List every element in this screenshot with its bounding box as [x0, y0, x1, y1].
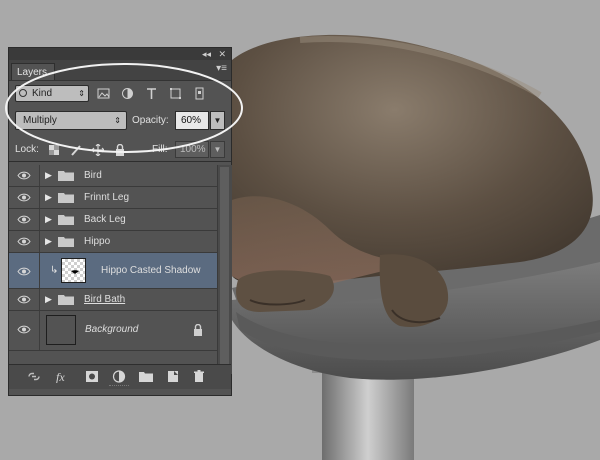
lock-label: Lock:	[15, 144, 39, 155]
column-divider	[39, 209, 40, 230]
layer-name: Frinnt Leg	[84, 192, 130, 203]
lock-position-icon[interactable]	[92, 144, 104, 156]
folder-icon	[58, 193, 74, 203]
panel-title-bar: ◂◂ ✕	[9, 48, 231, 60]
folder-icon	[58, 295, 74, 305]
pixel-filter-icon[interactable]	[97, 87, 110, 100]
new-layer-icon[interactable]	[166, 370, 180, 383]
layer-name: Hippo	[84, 236, 111, 247]
eye-icon[interactable]	[17, 325, 31, 334]
eye-icon[interactable]	[17, 215, 31, 224]
filter-row: Kind ⇕	[9, 83, 231, 105]
fill-input[interactable]: 100%	[175, 141, 209, 158]
opacity-label: Opacity:	[132, 115, 169, 126]
layer-name: Background	[85, 324, 139, 335]
shape-filter-icon[interactable]	[169, 87, 182, 100]
column-divider	[39, 289, 40, 310]
eye-icon[interactable]	[17, 171, 31, 180]
updown-arrow-icon: ⇕	[78, 89, 85, 98]
eye-icon[interactable]	[17, 295, 31, 304]
layer-name: Bird Bath	[84, 294, 126, 305]
folder-icon	[58, 171, 74, 181]
layer-mask-icon[interactable]	[85, 370, 99, 383]
eye-icon[interactable]	[17, 237, 31, 246]
folder-icon	[58, 215, 74, 225]
layer-row-back-leg[interactable]: ▶ Back Leg	[9, 209, 217, 231]
adjustment-layer-icon[interactable]	[112, 370, 126, 383]
blend-mode-select[interactable]: Multiply ⇕	[15, 111, 127, 130]
trash-icon[interactable]	[192, 370, 206, 383]
column-divider	[39, 187, 40, 208]
tab-layers[interactable]: Layers	[11, 63, 55, 80]
expand-triangle-icon[interactable]: ▶	[45, 294, 52, 305]
clipping-arrow-icon: ↳	[50, 265, 59, 276]
updown-arrow-icon: ⇕	[114, 116, 121, 125]
column-divider	[39, 311, 40, 350]
column-divider	[39, 165, 40, 186]
layer-thumbnail[interactable]	[61, 258, 86, 283]
close-icon[interactable]: ✕	[218, 48, 226, 60]
expand-triangle-icon[interactable]: ▶	[45, 192, 52, 203]
fill-dropdown-button[interactable]: ▼	[210, 141, 225, 158]
layer-row-background[interactable]: Background	[9, 311, 217, 351]
filter-kind-select[interactable]: Kind ⇕	[15, 85, 89, 102]
fx-icon[interactable]: fx	[55, 370, 73, 383]
link-layers-icon[interactable]	[27, 370, 41, 383]
layer-thumbnail[interactable]	[46, 315, 76, 345]
eye-icon[interactable]	[17, 193, 31, 202]
layers-panel: ◂◂ ✕ Layers ▾≡ Kind ⇕ Multiply ⇕ Opacity…	[8, 47, 232, 396]
fill-label: Fill:	[152, 144, 168, 155]
blend-mode-value: Multiply	[23, 115, 57, 126]
panel-tab-row: Layers ▾≡	[9, 60, 231, 81]
lock-all-icon[interactable]	[114, 144, 126, 156]
panel-menu-icon[interactable]: ▾≡	[216, 63, 227, 74]
new-group-icon[interactable]	[139, 370, 153, 383]
folder-icon	[58, 237, 74, 247]
layer-row-hippo[interactable]: ▶ Hippo	[9, 231, 217, 253]
layers-scrollbar[interactable]	[217, 165, 232, 374]
column-divider	[39, 231, 40, 252]
layer-name: Hippo Casted Shadow	[101, 265, 201, 276]
panel-bottom-toolbar: fx	[9, 364, 231, 389]
resize-grip[interactable]	[109, 385, 129, 389]
column-divider	[39, 253, 40, 288]
layers-list: ▶ Bird ▶ Frinnt Leg ▶ Back Leg ▶ Hippo ↳…	[9, 165, 217, 351]
opacity-dropdown-button[interactable]: ▼	[210, 111, 225, 130]
layer-row-bird[interactable]: ▶ Bird	[9, 165, 217, 187]
blend-row: Multiply ⇕ Opacity: 60% ▼	[9, 109, 231, 133]
opacity-input[interactable]: 60%	[175, 111, 209, 130]
layer-row-bird-bath[interactable]: ▶ Bird Bath	[9, 289, 217, 311]
expand-triangle-icon[interactable]: ▶	[45, 170, 52, 181]
expand-triangle-icon[interactable]: ▶	[45, 214, 52, 225]
scrollbar-thumb[interactable]	[220, 167, 229, 367]
svg-text:fx: fx	[56, 370, 65, 383]
lock-icon	[194, 324, 202, 336]
lock-row: Lock: Fill: 100% ▼	[9, 141, 231, 162]
smart-object-filter-icon[interactable]	[193, 87, 206, 100]
layer-row-frinnt-leg[interactable]: ▶ Frinnt Leg	[9, 187, 217, 209]
layer-name: Back Leg	[84, 214, 126, 225]
layer-name: Bird	[84, 170, 102, 181]
search-icon	[19, 89, 27, 97]
type-filter-icon[interactable]	[145, 87, 158, 100]
eye-icon[interactable]	[17, 267, 31, 276]
expand-triangle-icon[interactable]: ▶	[45, 236, 52, 247]
adjustment-filter-icon[interactable]	[121, 87, 134, 100]
lock-pixels-icon[interactable]	[70, 144, 82, 156]
layer-row-hippo-casted-shadow[interactable]: ↳ Hippo Casted Shadow	[9, 253, 217, 289]
lock-transparent-icon[interactable]	[48, 144, 60, 156]
filter-kind-label: Kind	[32, 88, 53, 99]
double-chevron-icon[interactable]: ◂◂	[202, 48, 211, 60]
